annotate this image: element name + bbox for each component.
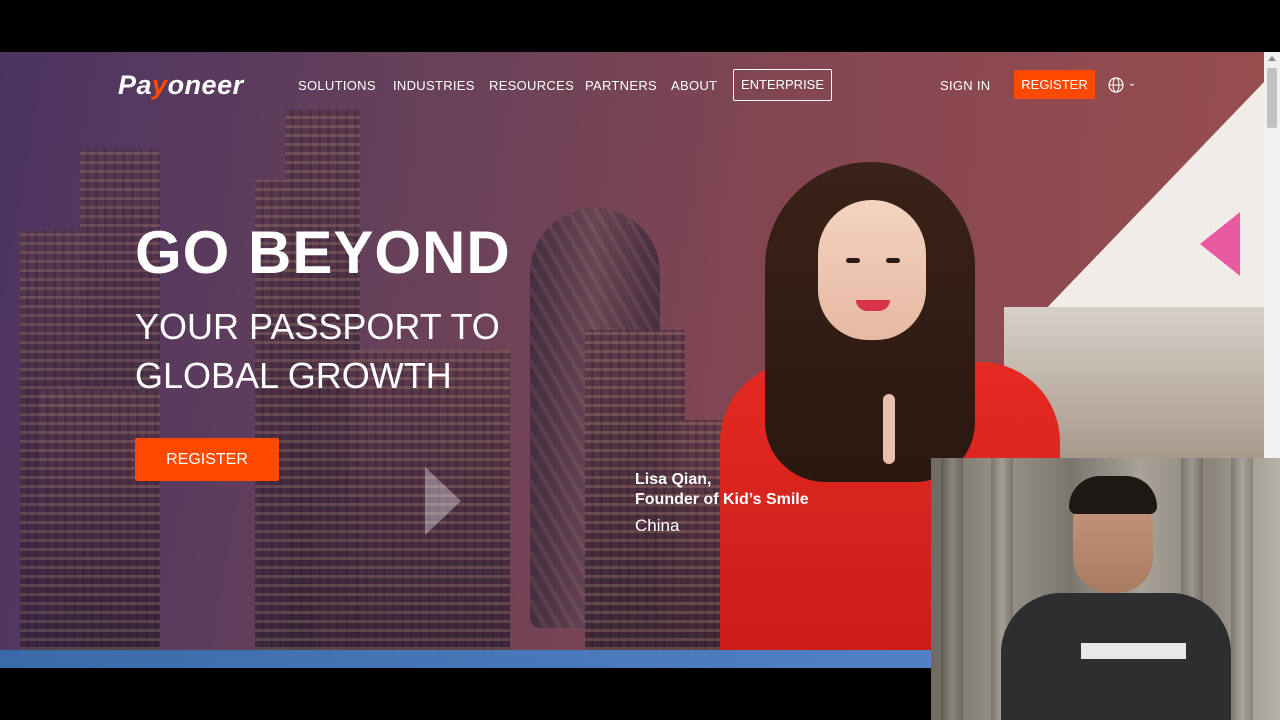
presenter-hair — [1069, 476, 1157, 514]
globe-icon[interactable] — [1108, 77, 1124, 93]
hero-headline: GO BEYOND — [135, 219, 511, 286]
webcam-overlay — [931, 458, 1280, 720]
nav-item-partners[interactable]: PARTNERS — [585, 78, 657, 93]
sign-in-link[interactable]: SIGN IN — [940, 78, 991, 93]
shirt-print — [1081, 643, 1186, 659]
nav-item-solutions[interactable]: SOLUTIONS — [298, 78, 376, 93]
register-button-hero[interactable]: REGISTER — [135, 438, 279, 481]
enterprise-button[interactable]: ENTERPRISE — [733, 69, 832, 101]
top-navigation: Payoneer SOLUTIONS INDUSTRIES RESOURCES … — [0, 52, 1264, 118]
payoneer-logo[interactable]: Payoneer — [118, 70, 244, 101]
nav-item-industries[interactable]: INDUSTRIES — [393, 78, 475, 93]
scrollbar-thumb[interactable] — [1267, 68, 1277, 128]
video-top-letterbox — [0, 0, 1280, 52]
pink-triangle-decoration — [1200, 212, 1240, 276]
nav-item-about[interactable]: ABOUT — [671, 78, 717, 93]
nav-item-resources[interactable]: RESOURCES — [489, 78, 574, 93]
chevron-down-icon[interactable]: ⌄ — [1128, 78, 1136, 89]
hero-subheadline: YOUR PASSPORT TO GLOBAL GROWTH — [135, 306, 500, 396]
register-button-nav[interactable]: REGISTER — [1014, 70, 1095, 99]
scroll-up-arrow-icon[interactable] — [1268, 56, 1276, 61]
slider-next-arrow-icon[interactable] — [425, 467, 461, 535]
founder-caption: Lisa Qian, Founder of Kid’s Smile China — [635, 471, 809, 535]
